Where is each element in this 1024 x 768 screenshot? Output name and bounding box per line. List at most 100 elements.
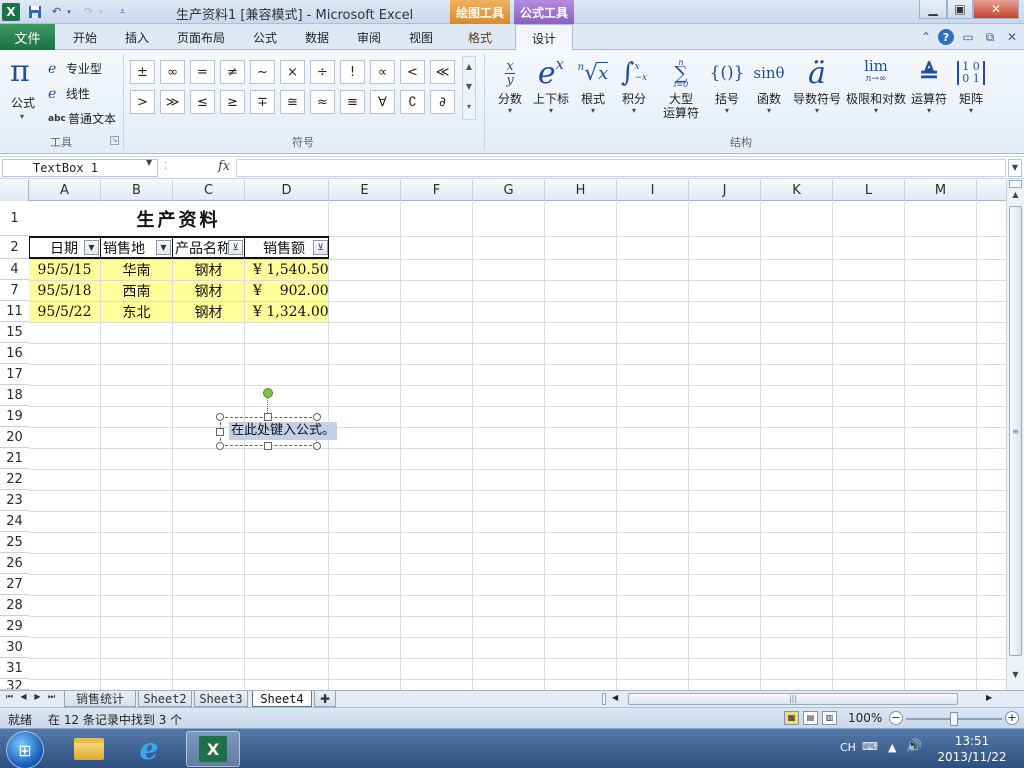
- row-header[interactable]: 22: [0, 469, 29, 490]
- scroll-down-icon[interactable]: ▼: [1009, 670, 1022, 684]
- row-header[interactable]: 17: [0, 364, 29, 385]
- system-clock[interactable]: 13:51 2013/11/22: [928, 733, 1016, 765]
- redo-icon[interactable]: ↷: [80, 3, 97, 20]
- prev-sheet-icon[interactable]: ◀: [18, 692, 29, 701]
- resize-handle[interactable]: [216, 442, 224, 450]
- sheet-tab[interactable]: 销售统计: [64, 691, 136, 707]
- workbook-minimize-icon[interactable]: ▭: [960, 29, 976, 45]
- row-header[interactable]: 18: [0, 385, 29, 406]
- row-header[interactable]: 15: [0, 322, 29, 343]
- data-cell[interactable]: 西南: [101, 281, 172, 301]
- first-sheet-icon[interactable]: ⏮: [4, 692, 15, 702]
- column-header-k[interactable]: K: [761, 180, 833, 201]
- tab-design[interactable]: 设计: [515, 24, 573, 51]
- scroll-up-icon[interactable]: ▲: [1009, 190, 1022, 204]
- next-sheet-icon[interactable]: ▶: [32, 692, 43, 701]
- equation-dropdown-icon[interactable]: ▾: [20, 112, 24, 121]
- symbol-gallery-scroll[interactable]: ▲ ▼ ▾: [462, 56, 476, 120]
- row-header[interactable]: 11: [0, 301, 29, 322]
- data-cell[interactable]: 钢材: [173, 302, 244, 322]
- vertical-scroll-thumb[interactable]: ≡: [1009, 206, 1022, 656]
- symbol-button[interactable]: ≫: [160, 90, 185, 114]
- symbol-button[interactable]: ÷: [310, 60, 335, 84]
- column-header-l[interactable]: L: [833, 180, 905, 201]
- symbol-button[interactable]: ∁: [400, 90, 425, 114]
- symbol-button[interactable]: ~: [250, 60, 275, 84]
- function-button[interactable]: sinθ 函数 ▾: [750, 54, 788, 116]
- data-cell[interactable]: 钢材: [173, 260, 244, 280]
- symbol-button[interactable]: ≥: [220, 90, 245, 114]
- bracket-button[interactable]: {()} 括号 ▾: [709, 54, 745, 116]
- row-header[interactable]: 20: [0, 427, 29, 448]
- customize-qat-icon[interactable]: ⩡: [114, 3, 131, 20]
- integral-button[interactable]: ∫ x −x 积分 ▾: [617, 54, 651, 116]
- help-icon[interactable]: ?: [938, 29, 954, 45]
- explorer-taskbar-button[interactable]: [62, 731, 116, 767]
- excel-taskbar-button[interactable]: X: [186, 731, 240, 767]
- tab-file[interactable]: 文件: [0, 24, 55, 50]
- row-header[interactable]: 4: [0, 259, 29, 280]
- redo-dropdown-icon[interactable]: ▾: [96, 3, 106, 20]
- data-cell[interactable]: 95/5/22: [29, 302, 100, 322]
- column-header-e[interactable]: E: [329, 180, 401, 201]
- data-cell[interactable]: 钢材: [173, 281, 244, 301]
- symbol-button[interactable]: ≠: [220, 60, 245, 84]
- column-header-f[interactable]: F: [401, 180, 473, 201]
- maximize-button[interactable]: ▣: [947, 0, 973, 19]
- column-header-c[interactable]: C: [173, 180, 245, 201]
- filter-dropdown-icon[interactable]: ▼: [84, 240, 99, 255]
- tab-formulas[interactable]: 公式: [240, 24, 290, 50]
- symbol-button[interactable]: !: [340, 60, 365, 84]
- row-header[interactable]: 26: [0, 553, 29, 574]
- symbol-button[interactable]: ×: [280, 60, 305, 84]
- row-header[interactable]: 19: [0, 406, 29, 427]
- zoom-slider-knob[interactable]: [950, 712, 958, 726]
- symbol-button[interactable]: ≈: [310, 90, 335, 114]
- data-cell[interactable]: 95/5/18: [29, 281, 100, 301]
- minimize-ribbon-icon[interactable]: ⌃: [918, 29, 934, 45]
- linear-button[interactable]: e 线性: [48, 85, 90, 102]
- rotation-handle[interactable]: [263, 388, 273, 398]
- column-header-g[interactable]: G: [473, 180, 545, 201]
- tab-insert[interactable]: 插入: [112, 24, 162, 50]
- symbol-button[interactable]: ≅: [280, 90, 305, 114]
- tab-review[interactable]: 审阅: [344, 24, 394, 50]
- symbol-button[interactable]: <: [400, 60, 425, 84]
- zoom-in-icon[interactable]: +: [1005, 711, 1019, 725]
- column-header-b[interactable]: B: [101, 180, 173, 201]
- horizontal-scrollbar[interactable]: ◀ ||| ▶: [606, 692, 1002, 707]
- sheet-tab-active[interactable]: Sheet4: [252, 691, 312, 707]
- accent-button[interactable]: ä 导数符号 ▾: [792, 54, 842, 116]
- column-header-d[interactable]: D: [245, 180, 329, 201]
- show-hidden-icons-icon[interactable]: ▲: [888, 741, 896, 754]
- undo-icon[interactable]: ↶: [48, 3, 65, 20]
- keyboard-icon[interactable]: ⌨: [862, 740, 878, 753]
- page-break-view-icon[interactable]: ▥: [822, 711, 837, 725]
- close-button[interactable]: ✕: [973, 0, 1019, 19]
- column-header-j[interactable]: J: [689, 180, 761, 201]
- equation-placeholder[interactable]: 在此处键入公式。: [229, 422, 338, 440]
- tab-page-layout[interactable]: 页面布局: [168, 24, 234, 50]
- save-icon[interactable]: [26, 3, 43, 20]
- filter-dropdown-icon[interactable]: ▼: [156, 240, 171, 255]
- resize-handle[interactable]: [264, 413, 272, 421]
- volume-icon[interactable]: 🔊: [906, 739, 922, 754]
- symbol-button[interactable]: ≪: [430, 60, 455, 84]
- column-header-a[interactable]: A: [29, 180, 101, 201]
- column-header-h[interactable]: H: [545, 180, 617, 201]
- matrix-button[interactable]: 1 00 1 矩阵 ▾: [953, 54, 989, 116]
- symbol-button[interactable]: ≡: [340, 90, 365, 114]
- row-header[interactable]: 16: [0, 343, 29, 364]
- data-cell[interactable]: 华南: [101, 260, 172, 280]
- undo-dropdown-icon[interactable]: ▾: [64, 3, 74, 20]
- name-box-dropdown-icon[interactable]: ▼: [146, 158, 152, 167]
- large-operator-button[interactable]: n ∑ i=0 大型 运算符: [656, 54, 706, 121]
- symbol-button[interactable]: ±: [130, 60, 155, 84]
- row-header[interactable]: 30: [0, 637, 29, 658]
- normal-text-button[interactable]: abc 普通文本: [48, 110, 116, 127]
- gallery-up-icon[interactable]: ▲: [463, 57, 475, 77]
- resize-handle[interactable]: [216, 428, 224, 436]
- worksheet-grid[interactable]: A B C D E F G H I J K L M 1 2 4 7 11 15 …: [0, 180, 1006, 690]
- sheet-tab[interactable]: Sheet3: [194, 691, 248, 707]
- zoom-level[interactable]: 100%: [848, 711, 882, 725]
